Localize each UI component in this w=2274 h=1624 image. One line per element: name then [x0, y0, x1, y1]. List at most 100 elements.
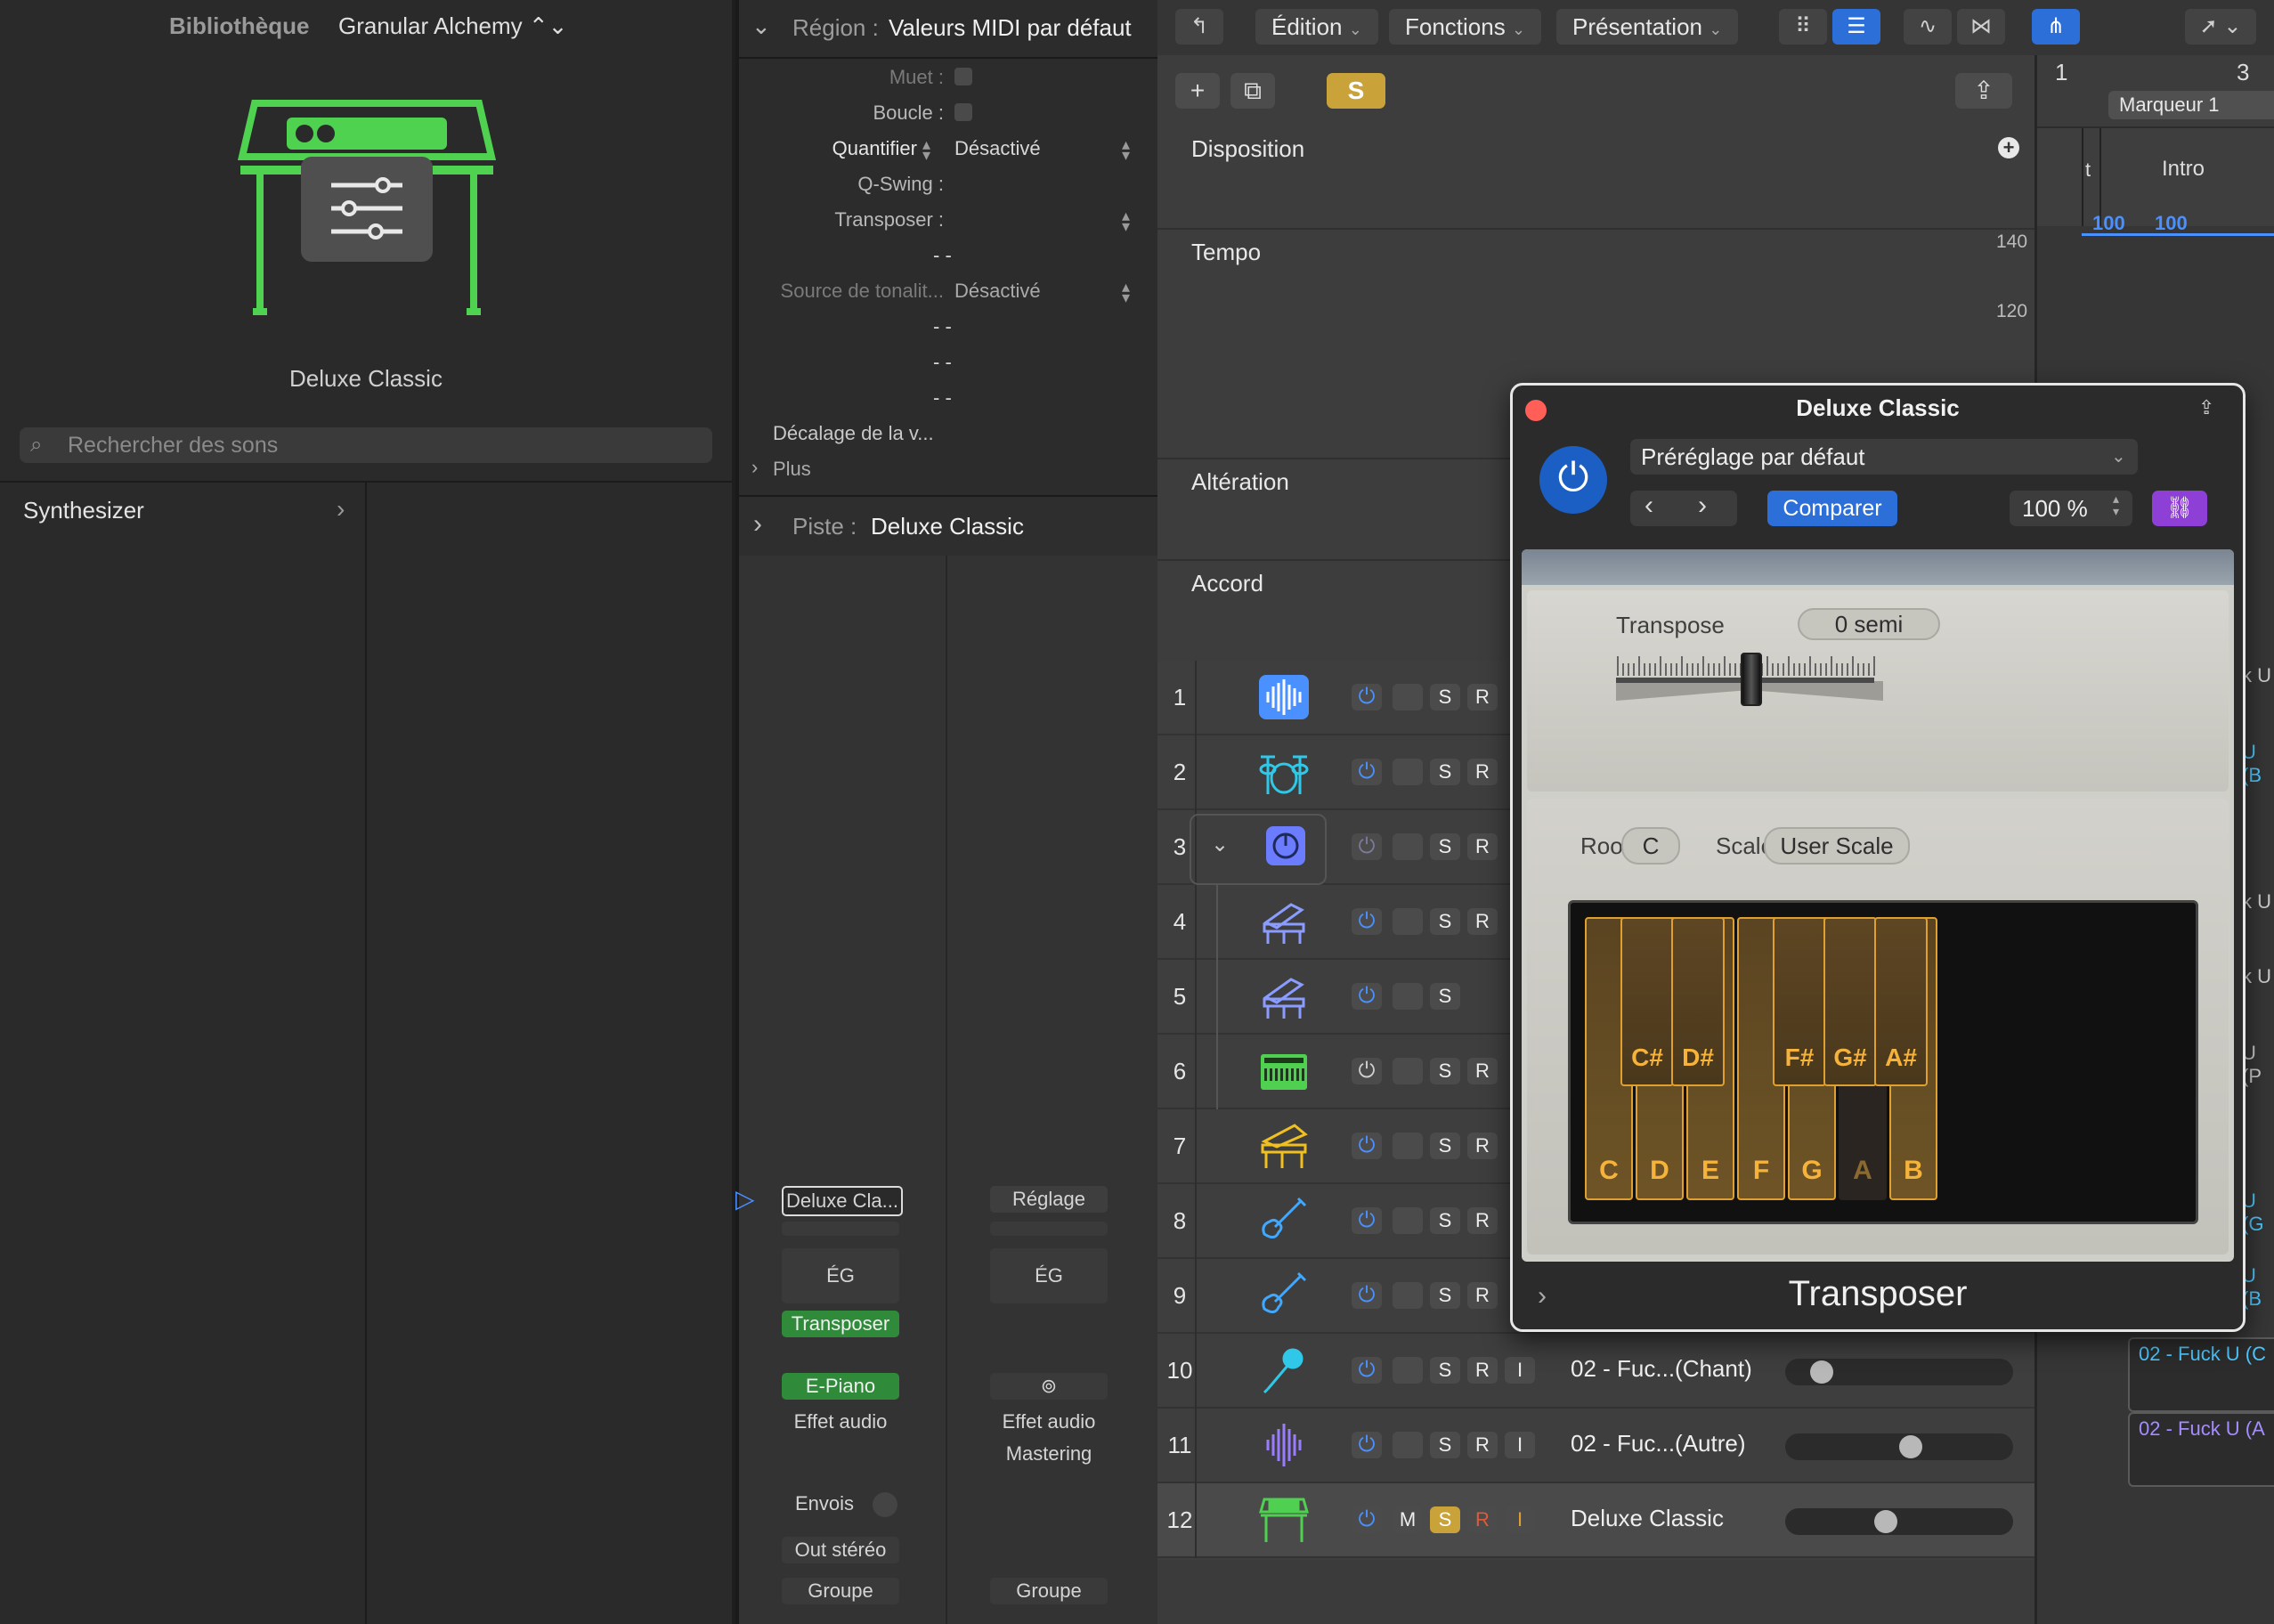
group-slot[interactable]: Groupe	[782, 1578, 899, 1604]
record-button[interactable]: R	[1467, 759, 1498, 785]
region-fragment[interactable]: U (B	[2242, 1264, 2274, 1311]
stepper-icon[interactable]: ▴ ▾	[922, 136, 930, 163]
audio-region[interactable]: 02 - Fuck U (A	[2128, 1412, 2274, 1487]
track-header[interactable]: › Piste : Deluxe Classic	[739, 495, 1157, 557]
track-name[interactable]: 02 - Fuc...(Autre)	[1571, 1430, 1746, 1458]
track-power-icon[interactable]: ⏻	[1352, 1207, 1382, 1234]
region-fragment[interactable]: k U	[2242, 890, 2271, 914]
patch-selector[interactable]: Granular Alchemy ⌃⌄	[338, 12, 567, 40]
power-button[interactable]: ⏻	[1539, 446, 1607, 514]
list-icon[interactable]: ☰	[1832, 9, 1880, 45]
microphone-icon[interactable]	[1255, 1344, 1312, 1396]
root-select[interactable]: C	[1621, 827, 1680, 865]
solo-button[interactable]: S	[1430, 1058, 1460, 1084]
solo-button[interactable]: S	[1430, 1506, 1460, 1533]
sound-search-field[interactable]: ⌕ Rechercher des sons	[20, 427, 712, 463]
track-power-icon[interactable]: ⏻	[1352, 1432, 1382, 1458]
solo-button[interactable]: S	[1430, 684, 1460, 710]
volume-slider[interactable]	[1785, 1359, 2013, 1385]
mute-button[interactable]	[1393, 983, 1423, 1010]
mute-button[interactable]	[1393, 759, 1423, 785]
mute-button[interactable]	[1393, 1432, 1423, 1458]
automation-icon[interactable]: ∿	[1904, 9, 1952, 45]
loop-checkbox[interactable]	[954, 103, 972, 121]
record-button[interactable]: R	[1467, 1357, 1498, 1384]
guitar-icon[interactable]	[1255, 1270, 1312, 1321]
track-name[interactable]: 02 - Fuc...(Chant)	[1571, 1355, 1752, 1383]
midi-fx-slot[interactable]: Transposer	[782, 1311, 899, 1337]
track-power-icon[interactable]: ⏻	[1352, 1058, 1382, 1084]
previous-icon[interactable]: ‹	[1645, 491, 1653, 521]
mix-percent-field[interactable]: 100 % ▴ ▾	[2010, 491, 2132, 526]
keyboard-icon[interactable]	[1255, 970, 1312, 1022]
ruler[interactable]: 1 3 Marqueur 1	[2037, 55, 2274, 128]
back-arrow-icon[interactable]: ↰	[1175, 9, 1223, 45]
link-icon[interactable]: ⊚	[990, 1373, 1108, 1400]
link-icon[interactable]: ⛓	[2152, 491, 2207, 526]
scale-select[interactable]: User Scale	[1764, 827, 1910, 865]
solo-button[interactable]: S	[1430, 908, 1460, 935]
pointer-tool-icon[interactable]: ➚ ⌄	[2185, 9, 2256, 45]
quantize-select[interactable]: Désactivé ▴ ▾	[953, 135, 1140, 163]
mute-button[interactable]	[1393, 1207, 1423, 1234]
solo-button[interactable]: S	[1430, 983, 1460, 1010]
audio-region[interactable]: 02 - Fuck U (C	[2128, 1337, 2274, 1412]
solo-button[interactable]: S	[1430, 1432, 1460, 1458]
track-power-icon[interactable]: ⏻	[1352, 983, 1382, 1010]
setting-slot[interactable]	[782, 1222, 899, 1236]
piano-icon[interactable]	[1255, 1120, 1312, 1172]
black-key[interactable]: F#	[1773, 917, 1826, 1086]
audio-fx-slot[interactable]: Effet audio	[782, 1409, 899, 1435]
input-monitor-button[interactable]: I	[1505, 1432, 1535, 1458]
solo-button[interactable]: S	[1430, 1207, 1460, 1234]
transpose-slider-thumb[interactable]	[1741, 653, 1762, 706]
record-button[interactable]: R	[1467, 1506, 1498, 1533]
key-source-select[interactable]: Désactivé ▴ ▾	[953, 278, 1140, 305]
input-monitor-button[interactable]: I	[1505, 1506, 1535, 1533]
view-menu[interactable]: Présentation ⌄	[1556, 9, 1739, 45]
waveform-icon[interactable]	[1255, 1419, 1312, 1471]
volume-knob[interactable]	[1874, 1510, 1897, 1533]
intro-marker[interactable]: Intro	[2162, 157, 2205, 182]
solo-button[interactable]: S	[1430, 1133, 1460, 1159]
volume-knob[interactable]	[1810, 1360, 1833, 1384]
track-power-icon[interactable]: ⏻	[1352, 1133, 1382, 1159]
float-window-icon[interactable]: ⇪	[2198, 396, 2214, 419]
mute-button[interactable]	[1393, 1058, 1423, 1084]
record-button[interactable]: R	[1467, 684, 1498, 710]
eq-thumbnail[interactable]: ÉG	[782, 1248, 899, 1303]
mute-button[interactable]	[1393, 908, 1423, 935]
add-marker-icon[interactable]: +	[1998, 137, 2019, 158]
solo-button[interactable]: S	[1430, 759, 1460, 785]
more-disclosure[interactable]: › Plus	[751, 456, 930, 483]
mute-button[interactable]	[1393, 684, 1423, 710]
record-button[interactable]: R	[1467, 1133, 1498, 1159]
track-power-icon[interactable]: ⏻	[1352, 684, 1382, 710]
audio-fx-slot[interactable]: Effet audio	[990, 1409, 1108, 1435]
black-key[interactable]: A#	[1874, 917, 1928, 1086]
track-row[interactable]: 12 ⏻ M S R I Deluxe Classic	[1157, 1483, 2034, 1558]
track-name[interactable]: Deluxe Classic	[1571, 1505, 1724, 1532]
region-fragment[interactable]: U (B	[2242, 741, 2274, 787]
waveform-icon[interactable]	[1255, 671, 1312, 723]
electric-piano-icon[interactable]	[1255, 1494, 1312, 1546]
volume-knob[interactable]	[1899, 1435, 1922, 1458]
marker-1[interactable]: Marqueur 1	[2108, 91, 2274, 119]
category-item-synthesizer[interactable]: Synthesizer ›	[0, 483, 365, 536]
track-power-icon[interactable]: ⏻	[1352, 1282, 1382, 1309]
catch-icon[interactable]: ⇪	[1955, 73, 2012, 109]
mute-button[interactable]	[1393, 1282, 1423, 1309]
instrument-slot[interactable]: E-Piano	[782, 1373, 899, 1400]
solo-button[interactable]: S	[1430, 1282, 1460, 1309]
track-power-icon[interactable]: ⏻	[1352, 1357, 1382, 1384]
mute-checkbox[interactable]	[954, 68, 972, 85]
region-header[interactable]: ⌄ Région : Valeurs MIDI par défaut	[739, 0, 1157, 59]
region-fragment[interactable]: k U	[2242, 965, 2271, 988]
edit-menu[interactable]: Édition ⌄	[1255, 9, 1378, 45]
black-key[interactable]: D#	[1671, 917, 1725, 1086]
solo-button[interactable]: S	[1430, 833, 1460, 860]
track-power-icon[interactable]: ⏻	[1352, 908, 1382, 935]
output-slot[interactable]: Out stéréo	[782, 1537, 899, 1563]
mute-button[interactable]	[1393, 1357, 1423, 1384]
record-button[interactable]: R	[1467, 1432, 1498, 1458]
